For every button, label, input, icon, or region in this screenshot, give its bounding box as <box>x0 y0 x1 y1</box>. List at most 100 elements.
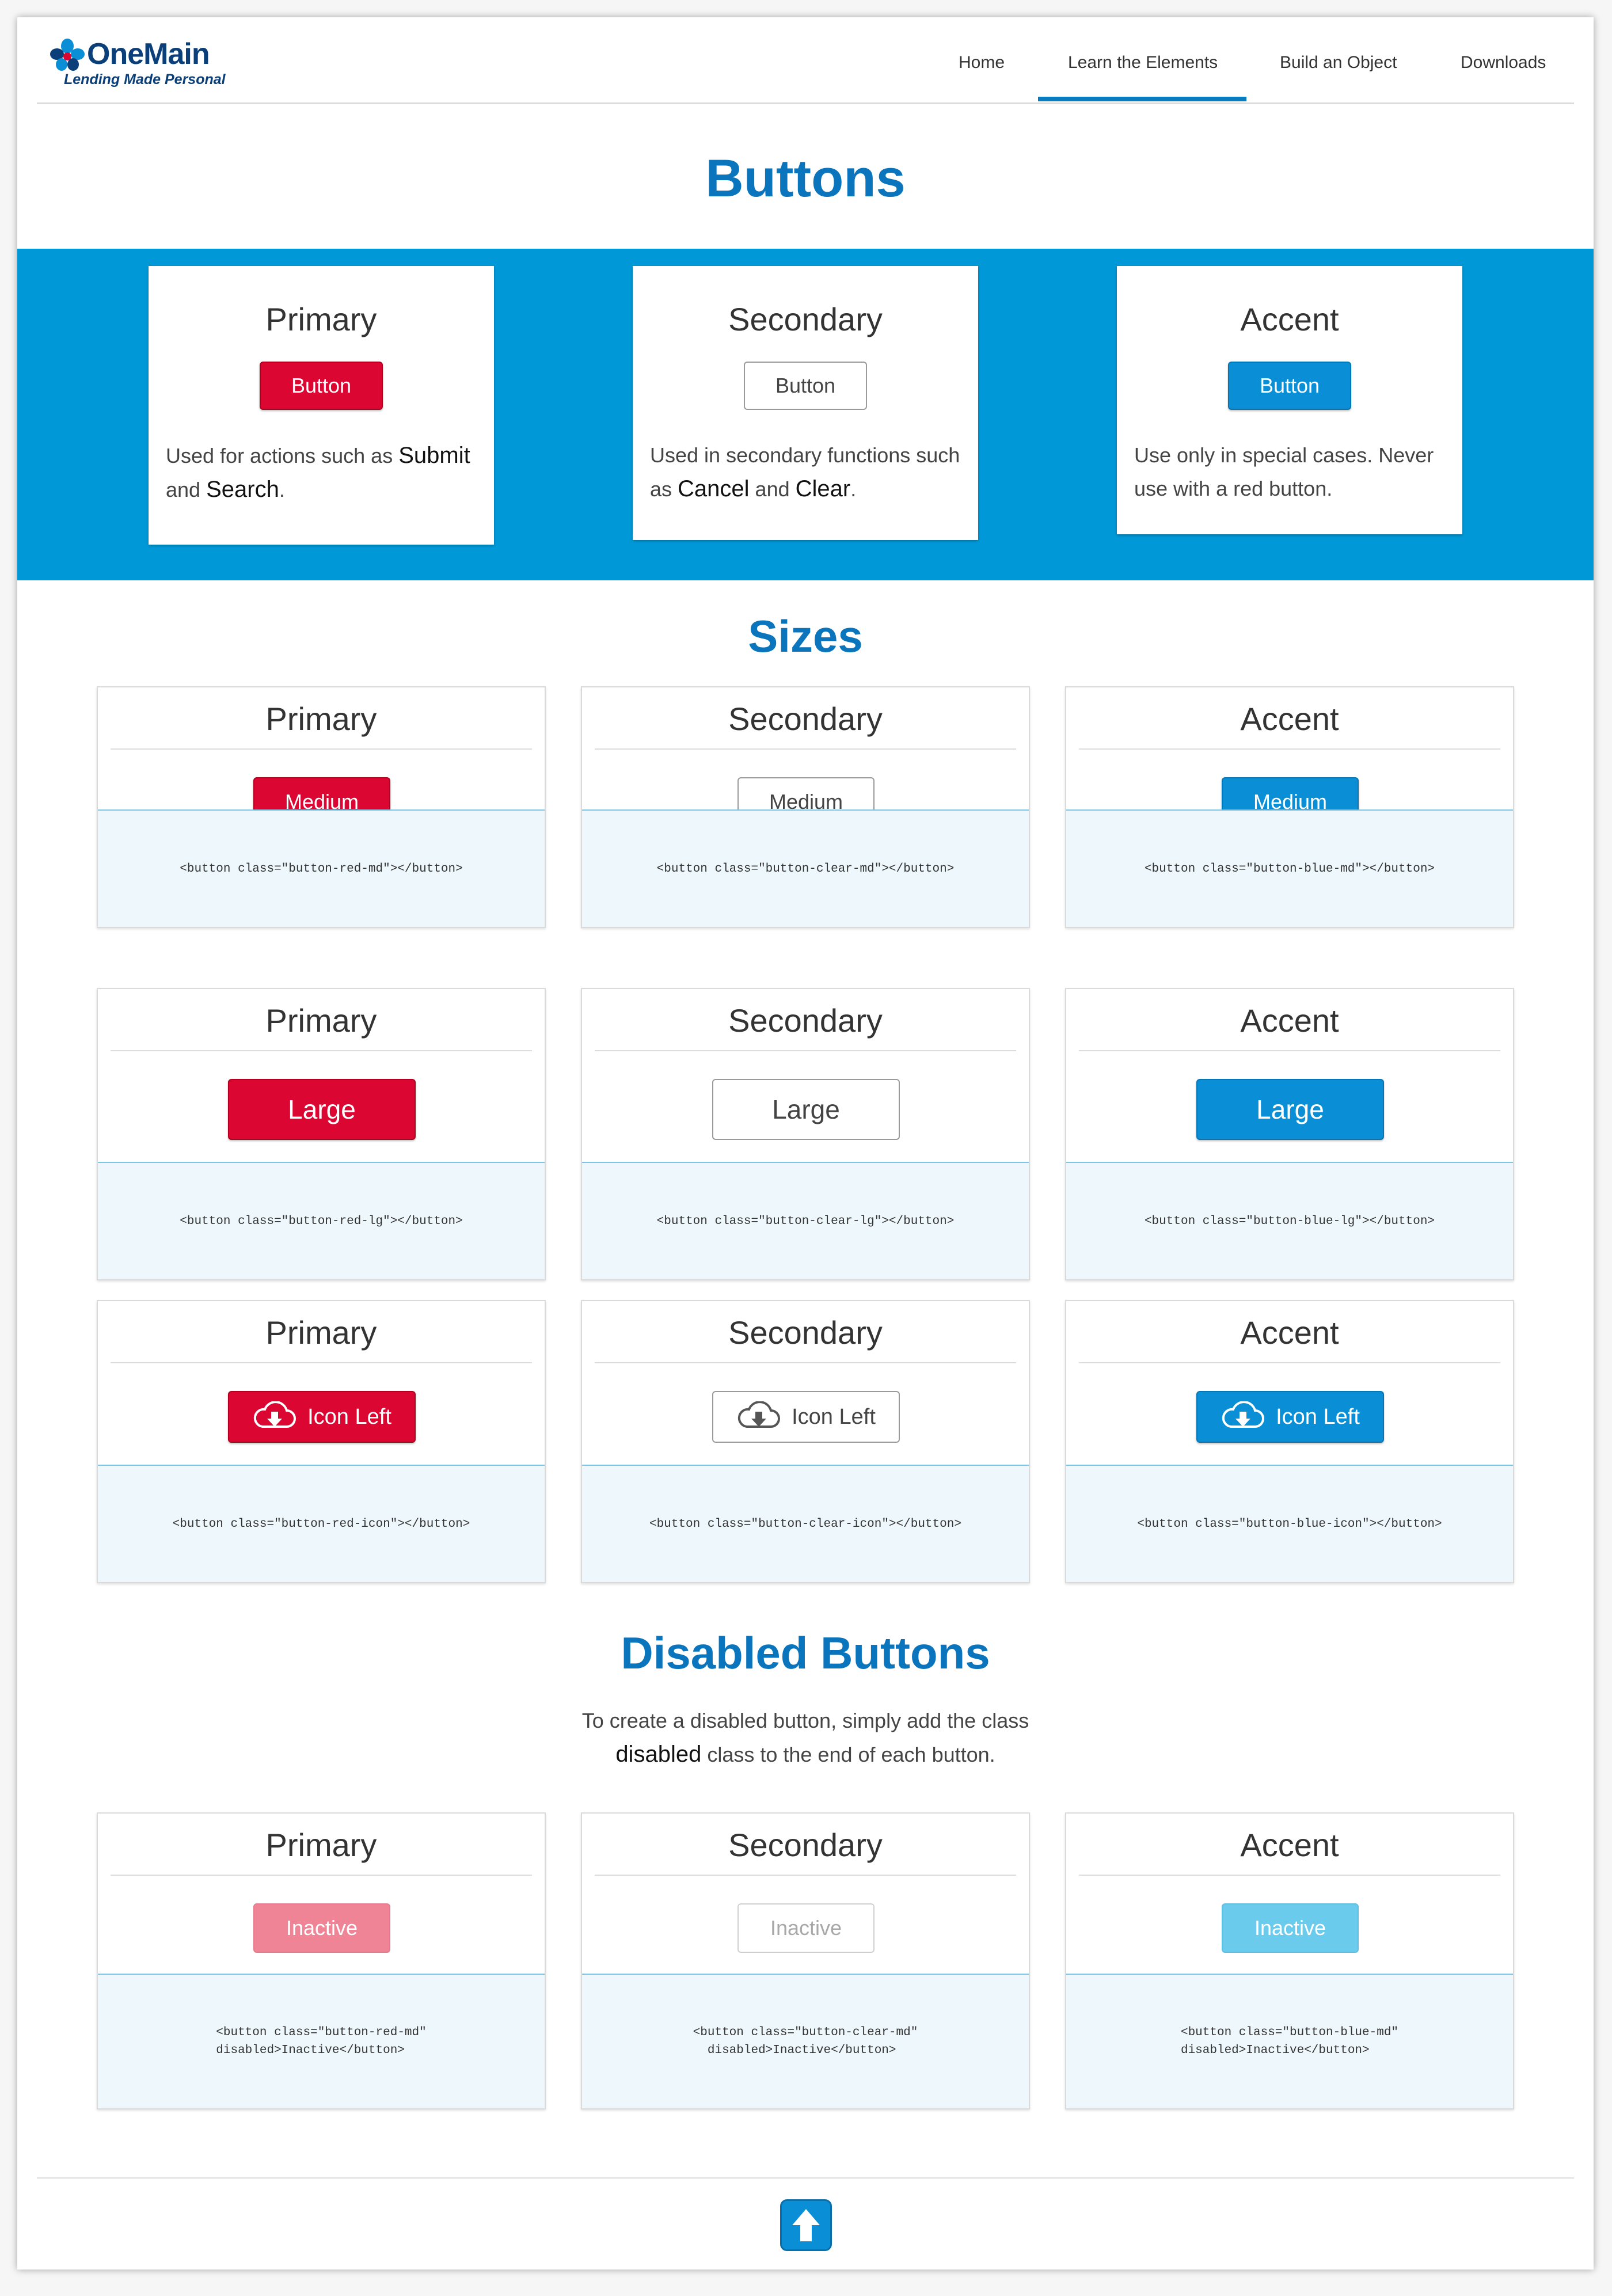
desc-emphasis: Cancel <box>678 476 750 501</box>
code-panel: <button class="button-clear-md" disabled… <box>582 1974 1029 2108</box>
cloud-download-icon <box>1222 1401 1265 1428</box>
back-to-top-button[interactable] <box>780 2199 832 2251</box>
code-panel: <button class="button-clear-lg"></button… <box>582 1162 1029 1279</box>
size-card-primary-icon: Primary Icon Left <button class="button-… <box>97 1300 546 1583</box>
card-divider <box>111 1362 532 1363</box>
secondary-button[interactable]: Button <box>744 362 867 410</box>
code-snippet: <button class="button-clear-lg"></button… <box>656 1214 955 1228</box>
disabled-card-primary: Primary Inactive <button class="button-r… <box>97 1812 546 2109</box>
nav-home[interactable]: Home <box>959 53 1005 73</box>
card-divider <box>595 748 1016 750</box>
desc-text: To create a disabled button, simply add … <box>581 1709 1029 1732</box>
code-panel: <button class="button-blue-md"></button> <box>1066 809 1513 927</box>
card-divider <box>1079 1875 1500 1876</box>
button-red-md-disabled: Inactive <box>253 1903 390 1953</box>
code-snippet: <button class="button-red-md"></button> <box>180 862 463 876</box>
card-title: Primary <box>265 1314 377 1351</box>
card-title: Accent <box>1240 1827 1339 1863</box>
code-panel: <button class="button-red-md" disabled>I… <box>98 1974 545 2108</box>
button-blue-md-disabled: Inactive <box>1222 1903 1359 1953</box>
accent-button[interactable]: Button <box>1228 362 1351 410</box>
button-blue-icon[interactable]: Icon Left <box>1196 1391 1384 1443</box>
disabled-heading: Disabled Buttons <box>621 1628 990 1678</box>
size-card-accent-medium: Accent Medium <button class="button-blue… <box>1065 686 1514 928</box>
intro-card-description: Use only in special cases. Never use wit… <box>1134 443 1434 500</box>
code-snippet: <button class="button-clear-icon"></butt… <box>649 1517 961 1531</box>
size-card-accent-icon: Accent Icon Left <button class="button-b… <box>1065 1300 1514 1583</box>
button-blue-lg[interactable]: Large <box>1196 1079 1384 1140</box>
code-panel: <button class="button-red-md"></button> <box>98 809 545 927</box>
cloud-download-icon <box>253 1401 296 1428</box>
desc-emphasis: Search <box>206 477 279 502</box>
nav-build-an-object[interactable]: Build an Object <box>1280 53 1397 73</box>
card-divider <box>1079 748 1500 750</box>
intro-card-primary: Primary Button Used for actions such as … <box>149 266 494 545</box>
desc-text: class to the end of each button. <box>701 1743 995 1766</box>
disabled-description: To create a disabled button, simply add … <box>17 1704 1594 1772</box>
disabled-card-secondary: Secondary Inactive <button class="button… <box>581 1812 1030 2109</box>
disabled-card-accent: Accent Inactive <button class="button-bl… <box>1065 1812 1514 2109</box>
code-panel: <button class="button-clear-icon"></butt… <box>582 1465 1029 1582</box>
code-panel: <button class="button-red-icon"></button… <box>98 1465 545 1582</box>
card-title: Secondary <box>728 1314 883 1351</box>
code-panel: <button class="button-blue-icon"></butto… <box>1066 1465 1513 1582</box>
code-snippet: <button class="button-clear-md"></button… <box>656 862 955 876</box>
desc-text: and <box>749 477 796 501</box>
intro-card-description: Used in secondary functions such as Canc… <box>650 439 963 506</box>
logo-wordmark: OneMain <box>87 37 210 71</box>
intro-card-title: Accent <box>1240 301 1339 337</box>
size-card-primary-large: Primary Large <button class="button-red-… <box>97 988 546 1280</box>
intro-card-accent: Accent Button Use only in special cases.… <box>1117 266 1462 534</box>
code-snippet: <button class="button-red-lg"></button> <box>180 1214 463 1228</box>
button-clear-md-disabled: Inactive <box>737 1903 875 1953</box>
desc-emphasis: Submit <box>398 443 470 468</box>
button-label: Icon Left <box>307 1405 391 1429</box>
code-panel: <button class="button-blue-lg"></button> <box>1066 1162 1513 1279</box>
card-title: Primary <box>265 1002 377 1039</box>
card-divider <box>595 1875 1016 1876</box>
page: OneMain Lending Made Personal Home Learn… <box>17 17 1594 2270</box>
button-label: Icon Left <box>792 1405 876 1429</box>
nav-downloads[interactable]: Downloads <box>1461 53 1546 73</box>
button-clear-icon[interactable]: Icon Left <box>712 1391 900 1443</box>
onemain-flower-icon <box>50 39 85 71</box>
footer-divider <box>37 2177 1574 2179</box>
intro-card-secondary: Secondary Button Used in secondary funct… <box>633 266 978 540</box>
code-snippet: <button class="button-clear-md" disabled… <box>693 2026 918 2057</box>
code-snippet: <button class="button-blue-md"></button> <box>1144 862 1435 876</box>
code-snippet: <button class="button-blue-lg"></button> <box>1144 1214 1435 1228</box>
button-red-lg[interactable]: Large <box>228 1079 416 1140</box>
code-panel: <button class="button-blue-md" disabled>… <box>1066 1974 1513 2108</box>
code-snippet: <button class="button-red-md" disabled>I… <box>216 2026 427 2057</box>
card-divider <box>1079 1362 1500 1363</box>
card-title: Primary <box>265 701 377 737</box>
intro-card-title: Secondary <box>728 301 883 337</box>
size-card-primary-medium: Primary Medium <button class="button-red… <box>97 686 546 928</box>
card-title: Accent <box>1240 1314 1339 1351</box>
code-panel: <button class="button-red-lg"></button> <box>98 1162 545 1279</box>
code-snippet: <button class="button-blue-icon"></butto… <box>1137 1517 1442 1531</box>
card-title: Secondary <box>728 1002 883 1039</box>
desc-emphasis: disabled <box>615 1742 702 1767</box>
card-divider <box>595 1050 1016 1051</box>
card-title: Secondary <box>728 701 883 737</box>
desc-text: . <box>850 477 857 501</box>
arrow-up-icon <box>792 2209 820 2241</box>
intro-card-description: Used for actions such as Submit and Searc… <box>166 439 479 507</box>
code-snippet: <button class="button-blue-md" disabled>… <box>1180 2026 1399 2057</box>
desc-text: Used for actions such as <box>166 444 399 467</box>
desc-text: and <box>166 478 207 501</box>
card-divider <box>111 1050 532 1051</box>
button-red-icon[interactable]: Icon Left <box>228 1391 416 1443</box>
button-clear-lg[interactable]: Large <box>712 1079 900 1140</box>
site-header: OneMain Lending Made Personal Home Learn… <box>17 17 1594 104</box>
nav-learn-the-elements[interactable]: Learn the Elements <box>1068 53 1218 73</box>
header-divider <box>37 102 1574 104</box>
code-snippet: <button class="button-red-icon"></button… <box>172 1517 470 1531</box>
primary-button[interactable]: Button <box>260 362 383 410</box>
size-card-secondary-medium: Secondary Medium <button class="button-c… <box>581 686 1030 928</box>
cloud-download-icon <box>737 1401 781 1428</box>
page-title: Buttons <box>705 149 906 208</box>
onemain-logo[interactable]: OneMain Lending Made Personal <box>49 37 226 94</box>
code-panel: <button class="button-clear-md"></button… <box>582 809 1029 927</box>
